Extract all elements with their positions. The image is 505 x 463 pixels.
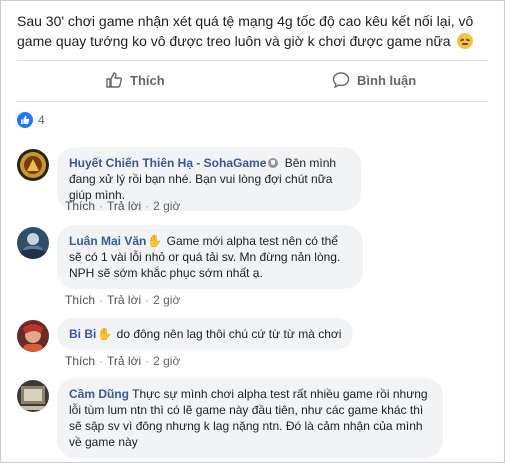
- comment-actions: Thích · Trả lời · 2 giờ: [65, 293, 181, 307]
- comment-text: do đông nên lag thôi chú cứ từ từ mà chơ…: [116, 327, 342, 341]
- comment-button-label: Bình luận: [357, 72, 417, 88]
- post-text: Sau 30' chơi game nhận xét quá tệ mạng 4…: [17, 13, 474, 49]
- comment-author[interactable]: Huyết Chiến Thiên Hạ - SohaGame: [69, 156, 266, 170]
- reaction-summary[interactable]: 4: [17, 112, 45, 128]
- like-reaction-icon: [17, 112, 33, 128]
- comment-author[interactable]: Cầm Dũng: [69, 387, 129, 401]
- comment-actions: Thích · Trả lời · 2 giờ: [65, 199, 181, 213]
- wave-icon: ✋: [97, 327, 113, 341]
- comment-reply-link[interactable]: Trả lời: [107, 199, 141, 213]
- comment-bubble: Luân Mai Văn✋ Game mới alpha test nên có…: [57, 225, 363, 289]
- divider: [17, 101, 488, 102]
- comment-bubble: Cầm Dũng Thực sự mình chơi alpha test rấ…: [57, 378, 443, 458]
- comment-reply-link[interactable]: Trả lời: [107, 354, 141, 368]
- divider: [17, 60, 488, 61]
- comment-author[interactable]: Bi Bi: [69, 327, 96, 341]
- comment-timestamp[interactable]: 2 giờ: [153, 199, 180, 213]
- shield-badge-icon: [268, 158, 279, 168]
- speech-bubble-icon: [332, 72, 350, 88]
- disappointed-face-icon: [456, 33, 473, 49]
- comment-like-link[interactable]: Thích: [65, 354, 95, 368]
- avatar[interactable]: [17, 227, 49, 259]
- like-button-label: Thích: [130, 72, 165, 88]
- thumbs-up-icon: [106, 72, 122, 88]
- avatar[interactable]: [17, 149, 49, 181]
- comment-timestamp[interactable]: 2 giờ: [153, 354, 180, 368]
- comment-button[interactable]: Bình luận: [332, 67, 504, 93]
- avatar[interactable]: [17, 380, 49, 412]
- facebook-post-window: Sau 30' chơi game nhận xét quá tệ mạng 4…: [0, 0, 505, 463]
- comment-bubble: Bi Bi✋ do đông nên lag thôi chú cứ từ từ…: [57, 318, 354, 350]
- comment-reply-link[interactable]: Trả lời: [107, 293, 141, 307]
- like-button[interactable]: Thích: [105, 67, 165, 93]
- comment-like-link[interactable]: Thích: [65, 199, 95, 213]
- avatar[interactable]: [17, 320, 49, 352]
- comment-like-link[interactable]: Thích: [65, 293, 95, 307]
- wave-icon: ✋: [147, 234, 163, 248]
- comment-author[interactable]: Luân Mai Văn: [69, 234, 146, 248]
- comment-timestamp[interactable]: 2 giờ: [153, 293, 180, 307]
- comment-actions: Thích · Trả lời · 2 giờ: [65, 354, 181, 368]
- reaction-count: 4: [38, 113, 45, 127]
